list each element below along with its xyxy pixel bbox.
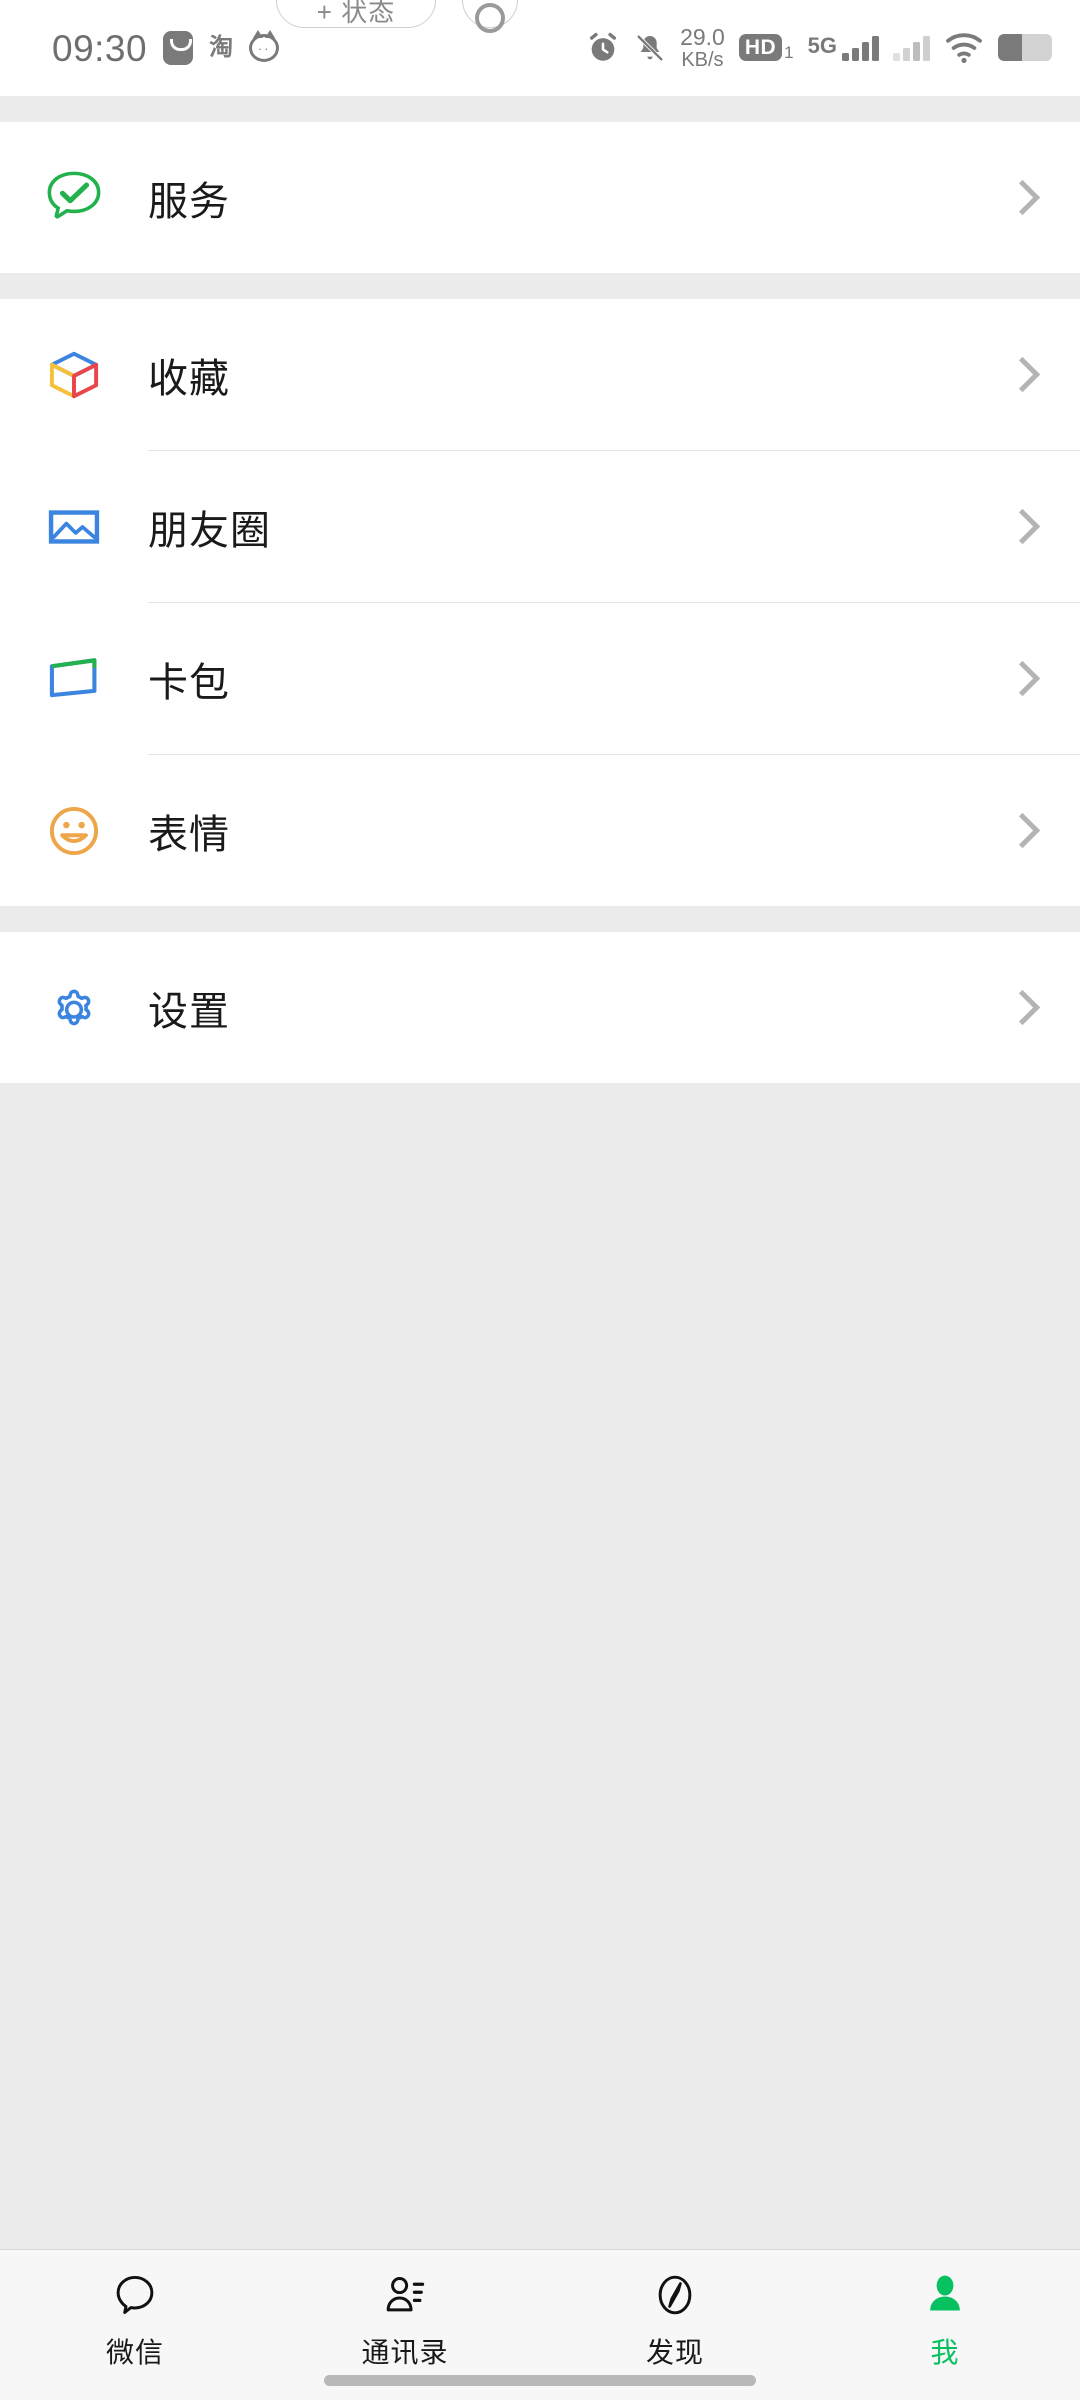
list-item-moments[interactable]: 朋友圈: [0, 451, 1080, 602]
tab-contacts[interactable]: 通讯录: [270, 2250, 540, 2371]
bottom-tab-bar: 微信 通讯录 发现 我: [0, 2249, 1080, 2400]
list-item-label: 服务: [148, 179, 230, 224]
list-item-label: 朋友圈: [148, 508, 271, 553]
chevron-right-icon: [1008, 508, 1030, 546]
tab-discover[interactable]: 发现: [540, 2250, 810, 2371]
chevron-right-icon: [1008, 660, 1030, 698]
chat-bubble-icon: [108, 2268, 162, 2322]
list-item-label: 收藏: [148, 356, 230, 401]
signal-secondary-icon: [893, 35, 930, 61]
list-group-settings: 设置: [0, 932, 1080, 1083]
compass-icon: [648, 2268, 702, 2322]
network-speed-value: 29.0: [680, 24, 725, 51]
taobao-icon: 淘: [209, 34, 234, 61]
person-icon: [918, 2268, 972, 2322]
section-gap: [0, 273, 1080, 299]
alarm-icon: [586, 31, 620, 65]
cat-face-text: ··: [257, 40, 271, 56]
tmall-cat-icon: ··: [249, 30, 280, 62]
moments-photo-icon: [0, 493, 148, 561]
mail-icon: [163, 31, 194, 65]
settings-list[interactable]: 服务 收藏 朋友圈 卡包 表情 设置: [0, 96, 1080, 2249]
chevron-right-icon: [1008, 356, 1030, 394]
list-item-favorites[interactable]: 收藏: [0, 299, 1080, 450]
list-group-services: 服务: [0, 122, 1080, 273]
chevron-right-icon: [1008, 179, 1030, 217]
status-bar-clock: 09:30: [52, 27, 148, 69]
battery-icon: [998, 34, 1052, 62]
list-item-label: 设置: [148, 989, 230, 1034]
settings-gear-icon: [0, 974, 148, 1042]
network-speed-unit: KB/s: [681, 48, 724, 71]
stickers-smiley-icon: [0, 797, 148, 865]
favorites-cube-icon: [0, 341, 148, 409]
list-item-settings[interactable]: 设置: [0, 932, 1080, 1083]
signal-bars: [842, 35, 879, 61]
list-item-label: 卡包: [148, 660, 230, 705]
status-bar-right: 29.0 KB/s HD 1 5G: [586, 25, 1052, 70]
services-icon: [0, 164, 148, 232]
hd-icon: HD 1: [738, 34, 794, 63]
section-gap: [0, 96, 1080, 122]
wifi-icon: [944, 32, 984, 64]
network-type-label: 5G: [807, 32, 837, 58]
chevron-right-icon: [1008, 812, 1030, 850]
list-item-cards[interactable]: 卡包: [0, 603, 1080, 754]
hd-badge-label: HD: [738, 34, 783, 62]
tab-label: 发现: [645, 2337, 704, 2368]
tab-wechat[interactable]: 微信: [0, 2250, 270, 2371]
network-speed-indicator: 29.0 KB/s: [680, 25, 725, 70]
list-item-stickers[interactable]: 表情: [0, 755, 1080, 906]
section-gap: [0, 906, 1080, 932]
status-bar-left: 09:30 淘 ··: [52, 27, 280, 69]
contacts-icon: [378, 2268, 432, 2322]
status-bar: 09:30 淘 ·· 29.0 KB/s HD 1 5G: [0, 0, 1080, 96]
tab-me[interactable]: 我: [810, 2250, 1080, 2371]
list-group-personal: 收藏 朋友圈 卡包 表情: [0, 299, 1080, 906]
app-screen: 09:30 淘 ·· 29.0 KB/s HD 1 5G + 状态 服务 收藏 …: [0, 0, 1080, 2400]
tab-label: 我: [930, 2337, 960, 2368]
hd-sim-number: 1: [784, 43, 794, 63]
list-item-label: 表情: [148, 812, 230, 857]
list-item-services[interactable]: 服务: [0, 122, 1080, 273]
home-indicator[interactable]: [324, 2375, 756, 2386]
signal-icon: 5G: [807, 32, 879, 61]
signal-bars-secondary: [893, 35, 930, 61]
chevron-right-icon: [1008, 989, 1030, 1027]
tab-label: 通讯录: [361, 2337, 449, 2368]
mute-bell-icon: [634, 31, 666, 65]
cards-wallet-icon: [0, 645, 148, 713]
tab-label: 微信: [105, 2337, 164, 2368]
